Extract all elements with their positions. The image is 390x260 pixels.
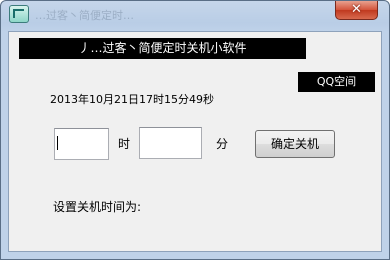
close-icon: ✕ <box>351 2 362 17</box>
hour-input[interactable] <box>54 128 109 160</box>
app-icon <box>9 5 29 23</box>
minute-input[interactable] <box>139 127 202 159</box>
qq-space-button[interactable]: QQ空间 <box>298 72 375 92</box>
close-button[interactable]: ✕ <box>335 1 378 20</box>
confirm-shutdown-button[interactable]: 确定关机 <box>255 130 335 158</box>
hour-unit-label: 时 <box>118 137 131 151</box>
current-datetime: 2013年10月21日17时15分49秒 <box>50 93 214 106</box>
text-caret <box>57 136 58 150</box>
minute-unit-label: 分 <box>216 137 229 151</box>
shutdown-time-label: 设置关机时间为: <box>53 200 142 214</box>
window-title: …过客丶简便定时… <box>35 9 134 22</box>
title-bar[interactable]: …过客丶简便定时… ✕ <box>1 1 389 31</box>
app-banner: 丿…过客丶简便定时关机小软件 <box>19 38 306 59</box>
app-window: …过客丶简便定时… ✕ 丿…过客丶简便定时关机小软件 QQ空间 2013年10月… <box>0 0 390 260</box>
client-area: 丿…过客丶简便定时关机小软件 QQ空间 2013年10月21日17时15分49秒… <box>8 31 382 252</box>
